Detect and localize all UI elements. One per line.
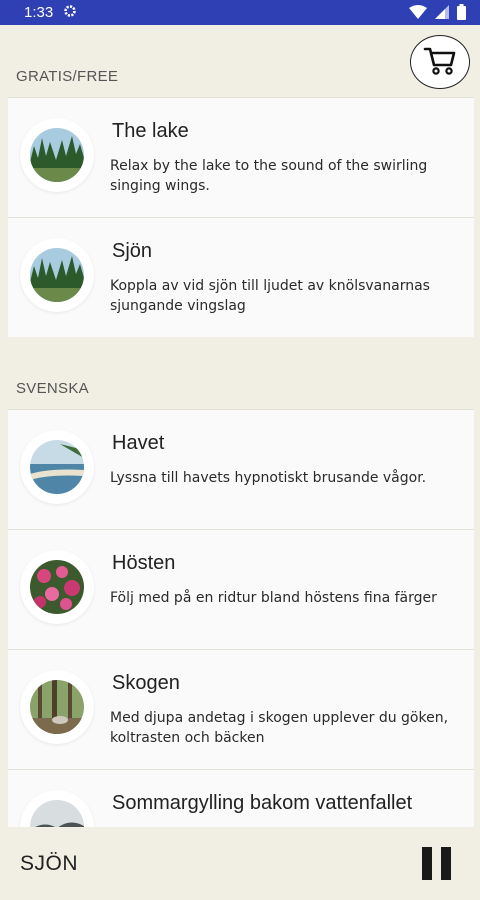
- list-item[interactable]: Skogen Med djupa andetag i skogen upplev…: [8, 649, 474, 769]
- section-label: GRATIS/FREE: [16, 68, 119, 85]
- status-time: 1:33: [24, 4, 54, 21]
- player-bar: SJÖN: [8, 827, 474, 900]
- item-title: Havet: [112, 432, 165, 454]
- thumbnail: [20, 670, 94, 744]
- sound-list[interactable]: GRATIS/FREE The lake Relax by the lake t…: [8, 25, 474, 827]
- status-bar: 1:33: [0, 0, 480, 25]
- item-description: Med djupa andetag i skogen upplever du g…: [110, 710, 449, 746]
- battery-icon: [457, 4, 466, 25]
- gear-icon: [63, 4, 77, 21]
- now-playing-title: SJÖN: [20, 852, 79, 875]
- thumbnail: [20, 790, 94, 827]
- item-description: Lyssna till havets hypnotiskt brusande v…: [110, 470, 427, 486]
- pause-icon-bar: [441, 847, 451, 880]
- section-label: SVENSKA: [16, 380, 89, 397]
- item-description: Följ med på en ridtur bland höstens fina…: [110, 590, 437, 606]
- item-title: Sjön: [112, 240, 153, 262]
- list-item[interactable]: Sjön Koppla av vid sjön till ljudet av k…: [8, 217, 474, 337]
- thumbnail: [20, 550, 94, 624]
- item-description: Koppla av vid sjön till ljudet av knölsv…: [110, 278, 430, 314]
- section-header-svenska: SVENSKA: [8, 337, 474, 409]
- section-header-free: GRATIS/FREE: [8, 25, 474, 97]
- wifi-icon: [409, 5, 427, 24]
- list-item[interactable]: Havet Lyssna till havets hypnotiskt brus…: [8, 409, 474, 529]
- pause-button[interactable]: [422, 847, 454, 880]
- list-item[interactable]: The lake Relax by the lake to the sound …: [8, 97, 474, 217]
- item-description: Relax by the lake to the sound of the sw…: [110, 158, 428, 194]
- signal-icon: [435, 5, 449, 24]
- pause-icon: [422, 847, 432, 880]
- thumbnail: [20, 118, 94, 192]
- thumbnail: [20, 238, 94, 312]
- shopping-cart-icon: [423, 45, 457, 79]
- item-title: Sommargylling bakom vattenfallet: [112, 792, 413, 814]
- list-item[interactable]: Sommargylling bakom vattenfallet: [8, 769, 474, 827]
- list-item[interactable]: Hösten Följ med på en ridtur bland höste…: [8, 529, 474, 649]
- item-title: Hösten: [112, 552, 176, 574]
- thumbnail: [20, 430, 94, 504]
- item-title: The lake: [112, 120, 189, 142]
- cart-button[interactable]: [410, 35, 470, 89]
- item-title: Skogen: [112, 672, 180, 694]
